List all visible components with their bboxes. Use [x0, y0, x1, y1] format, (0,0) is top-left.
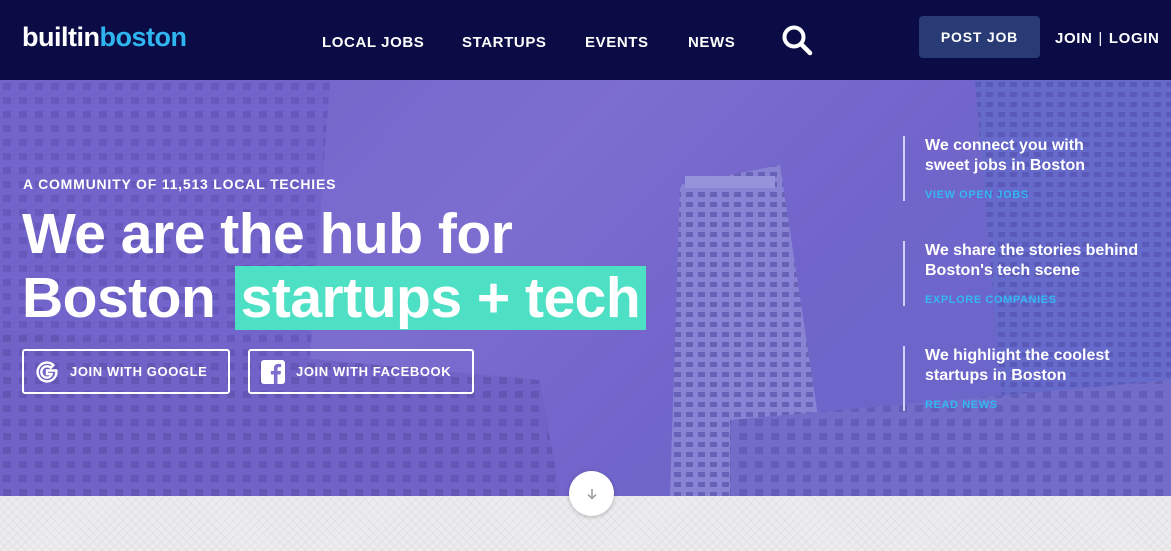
feature-companies-title1: We share the stories behind	[925, 242, 1139, 259]
login-link[interactable]: LOGIN	[1109, 30, 1160, 47]
logo-built: built	[22, 22, 77, 52]
feature-jobs-title1: We connect you with	[925, 137, 1084, 154]
auth-links: JOIN | LOGIN	[1055, 30, 1159, 47]
join-with-facebook-button[interactable]: JOIN WITH FACEBOOK	[248, 349, 474, 394]
nav-startups[interactable]: STARTUPS	[462, 34, 547, 51]
join-google-label: JOIN WITH GOOGLE	[70, 364, 208, 379]
nav-local-jobs[interactable]: LOCAL JOBS	[322, 34, 424, 51]
feature-jobs-title2: sweet jobs in Boston	[925, 157, 1086, 174]
community-count-text: A COMMUNITY OF 11,513 LOCAL TECHIES	[23, 176, 337, 192]
feature-news-title1: We highlight the coolest	[925, 347, 1110, 364]
search-icon[interactable]	[781, 24, 815, 58]
arrow-down-icon	[586, 488, 597, 500]
auth-separator: |	[1098, 30, 1103, 47]
hero-headline: We are the hub for Boston startups + tec…	[22, 202, 647, 330]
logo-boston: boston	[99, 22, 187, 52]
scroll-down-button[interactable]	[569, 471, 614, 516]
feature-companies: We share the stories behind Boston's tec…	[903, 241, 1171, 306]
view-open-jobs-link[interactable]: VIEW OPEN JOBS	[925, 189, 1171, 201]
headline-line1: We are the hub for	[22, 202, 513, 266]
post-job-button[interactable]: POST JOB	[919, 16, 1040, 58]
feature-jobs: We connect you with sweet jobs in Boston…	[903, 136, 1171, 201]
explore-companies-link[interactable]: EXPLORE COMPANIES	[925, 294, 1171, 306]
headline-line2: Boston startups + tech	[22, 266, 647, 330]
builtinboston-logo[interactable]: builtinboston	[22, 22, 187, 53]
join-link[interactable]: JOIN	[1055, 30, 1092, 47]
logo-in: in	[76, 22, 100, 52]
headline-highlight: startups + tech	[234, 266, 647, 330]
read-news-link[interactable]: READ NEWS	[925, 399, 1171, 411]
nav-news[interactable]: NEWS	[688, 34, 735, 51]
facebook-icon	[260, 359, 286, 385]
hero-section: A COMMUNITY OF 11,513 LOCAL TECHIES We a…	[0, 80, 1171, 496]
feature-news: We highlight the coolest startups in Bos…	[903, 346, 1171, 411]
join-facebook-label: JOIN WITH FACEBOOK	[296, 364, 452, 379]
feature-companies-title2: Boston's tech scene	[925, 262, 1080, 279]
top-navbar: builtinboston LOCAL JOBS STARTUPS EVENTS…	[0, 0, 1171, 80]
feature-news-title2: startups in Boston	[925, 367, 1067, 384]
join-with-google-button[interactable]: JOIN WITH GOOGLE	[22, 349, 230, 394]
google-icon	[34, 359, 60, 385]
nav-events[interactable]: EVENTS	[585, 34, 649, 51]
headline-boston: Boston	[22, 266, 216, 330]
